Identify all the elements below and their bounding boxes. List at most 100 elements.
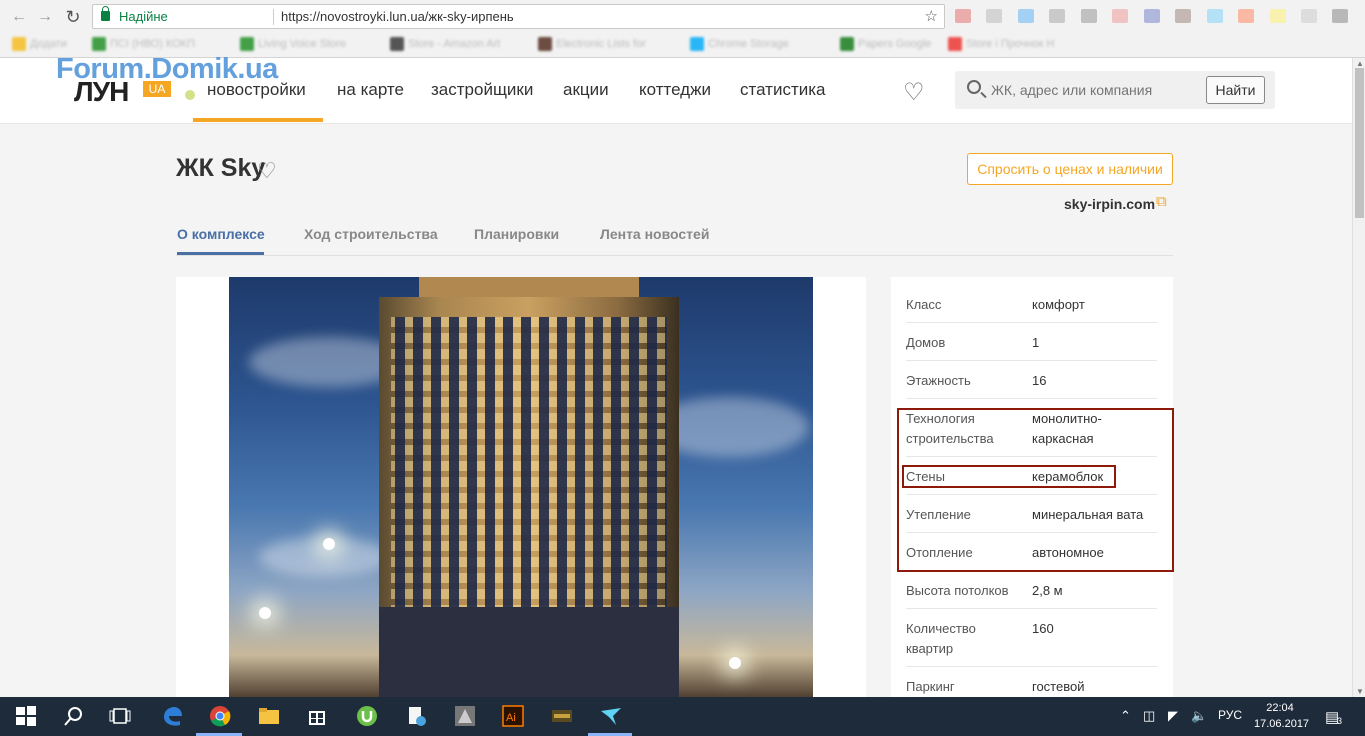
favorite-heart-icon[interactable]: ♡ <box>257 158 277 184</box>
task-view-icon[interactable] <box>108 705 132 727</box>
nav-promotions[interactable]: акции <box>563 80 609 100</box>
spec-value: 2,8 м <box>1032 583 1063 598</box>
omnibox-separator <box>273 9 274 25</box>
favorites-heart-icon[interactable]: ♡ <box>903 78 925 107</box>
extension-icon[interactable] <box>1112 9 1129 23</box>
edge-icon[interactable] <box>160 705 184 727</box>
spec-value: комфорт <box>1032 297 1085 312</box>
spec-value: 1 <box>1032 335 1040 350</box>
site-header: ЛУН UA Forum.Domik.ua новостройки на кар… <box>0 53 1352 124</box>
scrollbar-thumb[interactable] <box>1355 68 1364 218</box>
spec-value: 16 <box>1032 373 1047 388</box>
developer-site-link[interactable]: sky-irpin.com <box>1064 196 1155 212</box>
tower-graphic <box>379 277 679 697</box>
file-explorer-icon[interactable] <box>257 705 281 727</box>
back-icon[interactable]: ← <box>8 6 30 28</box>
spec-row: Класс комфорт <box>906 295 1157 323</box>
spec-key: Количество квартир <box>906 621 976 656</box>
spec-key: Класс <box>906 297 942 312</box>
tab-floor-plans[interactable]: Планировки <box>474 226 559 242</box>
bookmark-item[interactable]: Store - Amazon Art <box>390 37 500 53</box>
spec-row: Количество квартир 160 <box>906 619 1157 667</box>
search-icon[interactable] <box>62 705 86 727</box>
bookmark-item[interactable]: Store і Прочнок Н <box>948 37 1054 53</box>
extension-icon[interactable] <box>1080 9 1097 23</box>
external-link-icon[interactable]: ⧉ <box>1156 193 1167 210</box>
extension-icon[interactable] <box>1175 9 1192 23</box>
extension-icon[interactable] <box>1017 9 1034 23</box>
battery-icon[interactable]: ◫ <box>1143 708 1155 724</box>
tab-construction-progress[interactable]: Ход строительства <box>304 226 438 242</box>
volume-icon[interactable]: 🔈 <box>1191 708 1207 724</box>
url-text[interactable]: https://novostroyki.lun.ua/жк-sky-ирпень <box>281 5 514 28</box>
scroll-up-icon[interactable]: ▲ <box>1356 59 1364 68</box>
clock-date: 17.06.2017 <box>1254 718 1310 730</box>
search-input[interactable] <box>991 79 1191 101</box>
bookmark-item[interactable]: Papers Google <box>840 37 931 53</box>
extension-icons <box>955 9 1359 25</box>
bookmark-item[interactable]: Electronic Lists for <box>538 37 646 53</box>
spec-key: Домов <box>906 335 946 350</box>
street-light <box>729 657 741 669</box>
highlight-box-outer <box>897 408 1174 572</box>
nav-cottages[interactable]: коттеджи <box>639 80 711 100</box>
extension-icon[interactable] <box>986 9 1003 23</box>
chrome-menu-icon[interactable] <box>1332 9 1349 23</box>
complex-tabs: О комплексе Ход строительства Планировки… <box>176 226 1173 256</box>
bookmark-item[interactable]: Living Voice Store <box>240 37 346 53</box>
spec-row: Этажность 16 <box>906 371 1157 399</box>
extension-icon[interactable] <box>1300 9 1317 23</box>
search-button[interactable]: Найти <box>1206 76 1265 104</box>
store-icon[interactable] <box>305 705 329 727</box>
bookmark-item[interactable]: ПСІ (НВО) КОКП <box>92 37 195 53</box>
illustrator-icon[interactable]: Ai <box>501 705 525 727</box>
tab-about[interactable]: О комплексе <box>177 226 265 242</box>
nav-statistics[interactable]: статистика <box>740 80 826 100</box>
bookmark-item[interactable]: Додати <box>12 37 67 53</box>
notification-count: 3 <box>1337 716 1343 726</box>
nav-map[interactable]: на карте <box>337 80 404 100</box>
nav-developers[interactable]: застройщики <box>431 80 533 100</box>
spec-row: Домов 1 <box>906 333 1157 361</box>
forward-icon[interactable]: → <box>34 6 56 28</box>
spec-key: Высота потолков <box>906 583 1009 598</box>
extension-icon[interactable] <box>1143 9 1160 23</box>
game-icon[interactable] <box>453 705 477 727</box>
reload-icon[interactable]: ↻ <box>62 6 84 28</box>
ask-prices-button[interactable]: Спросить о ценах и наличии <box>967 153 1173 185</box>
clock-time: 22:04 <box>1266 702 1294 714</box>
page-title: ЖК Sky <box>176 154 266 182</box>
language-indicator[interactable]: РУС <box>1218 708 1242 722</box>
wifi-icon[interactable]: ◤ <box>1168 708 1178 724</box>
active-tab-underline <box>177 252 264 255</box>
app-bird-icon[interactable] <box>599 705 623 727</box>
clock[interactable]: 22:04 17.06.2017 <box>1254 700 1310 732</box>
building-photo[interactable] <box>229 277 813 697</box>
extension-icon[interactable] <box>955 9 971 23</box>
bookmark-item[interactable]: Chrome Storage <box>690 37 789 53</box>
tab-news-feed[interactable]: Лента новостей <box>600 226 709 242</box>
chrome-icon[interactable] <box>208 705 232 727</box>
windows-start-icon[interactable] <box>14 705 38 727</box>
street-light <box>323 538 335 550</box>
utorrent-icon[interactable] <box>355 705 379 727</box>
extension-icon[interactable] <box>1238 9 1255 23</box>
scroll-down-icon[interactable]: ▼ <box>1356 687 1364 696</box>
game-launcher-icon[interactable] <box>550 705 574 727</box>
tower-windows <box>391 317 667 637</box>
nav-novostroyki[interactable]: новостройки <box>207 80 306 100</box>
tray-chevron-icon[interactable]: ⌃ <box>1120 708 1131 724</box>
spec-key: Этажность <box>906 373 971 388</box>
spec-row: Высота потолков 2,8 м <box>906 581 1157 609</box>
lock-icon <box>101 6 110 21</box>
extension-icon[interactable] <box>1049 9 1066 23</box>
search-box: Найти <box>955 71 1275 109</box>
document-icon[interactable] <box>404 705 428 727</box>
search-icon <box>967 80 981 94</box>
svg-text:Ai: Ai <box>506 712 516 724</box>
page-scrollbar[interactable]: ▲ ▼ <box>1352 58 1365 697</box>
extension-icon[interactable] <box>1206 9 1223 23</box>
bookmark-star-icon[interactable]: ☆ <box>925 5 938 28</box>
address-bar[interactable]: Надійне https://novostroyki.lun.ua/жк-sk… <box>92 4 945 29</box>
extension-icon[interactable] <box>1269 9 1286 23</box>
